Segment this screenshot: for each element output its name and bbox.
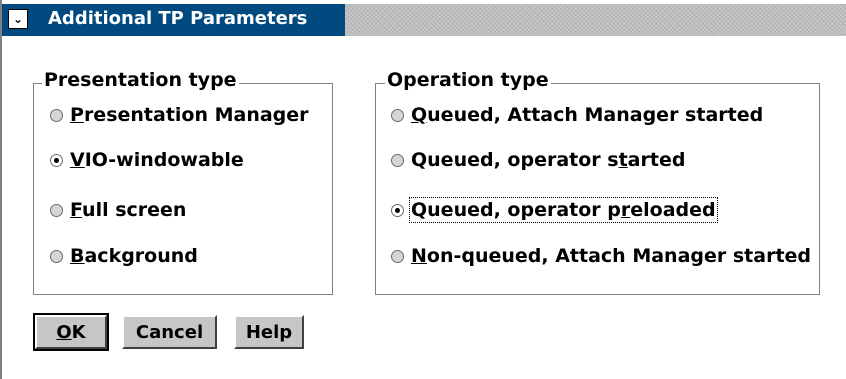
radio-label: Full screen [70, 199, 187, 221]
radio-background[interactable]: Background [50, 242, 198, 270]
radio-label: VIO-windowable [70, 149, 244, 171]
window-title: Additional TP Parameters [48, 8, 308, 29]
radio-button-indicator[interactable] [391, 153, 404, 167]
radio-button-indicator[interactable] [50, 153, 63, 167]
presentation-type-label: Presentation type [42, 69, 239, 91]
radio-button-indicator[interactable] [50, 108, 63, 122]
title-bar[interactable]: ⌄ Additional TP Parameters [2, 4, 846, 36]
radio-non-queued-attach-manager-started[interactable]: Non-queued, Attach Manager started [391, 242, 811, 270]
dialog-window: ⌄ Additional TP Parameters Presentation … [0, 0, 846, 379]
cancel-button[interactable]: Cancel [122, 315, 217, 349]
radio-label: Non-queued, Attach Manager started [411, 245, 812, 267]
radio-full-screen[interactable]: Full screen [50, 196, 186, 224]
radio-queued-operator-started[interactable]: Queued, operator started [391, 146, 685, 174]
radio-button-indicator[interactable] [50, 249, 63, 263]
radio-button-indicator[interactable] [50, 203, 63, 217]
radio-label: Presentation Manager [70, 104, 309, 126]
radio-vio-windowable[interactable]: VIO-windowable [50, 146, 244, 174]
radio-button-indicator[interactable] [391, 108, 404, 122]
help-button[interactable]: Help [234, 315, 304, 349]
radio-label: Queued, operator preloaded [409, 197, 718, 223]
radio-label: Queued, Attach Manager started [411, 104, 764, 126]
radio-queued-attach-manager-started[interactable]: Queued, Attach Manager started [391, 101, 763, 129]
ok-button-label: OK [56, 321, 86, 343]
radio-label: Background [70, 245, 198, 267]
radio-button-indicator[interactable] [391, 203, 404, 217]
radio-queued-operator-preloaded[interactable]: Queued, operator preloaded [391, 196, 718, 224]
radio-button-indicator[interactable] [391, 249, 404, 263]
radio-label: Queued, operator started [411, 149, 686, 171]
system-menu-icon[interactable]: ⌄ [8, 9, 28, 29]
radio-presentation-manager[interactable]: Presentation Manager [50, 101, 309, 129]
operation-type-label: Operation type [385, 69, 551, 91]
ok-button[interactable]: OK [33, 313, 109, 351]
